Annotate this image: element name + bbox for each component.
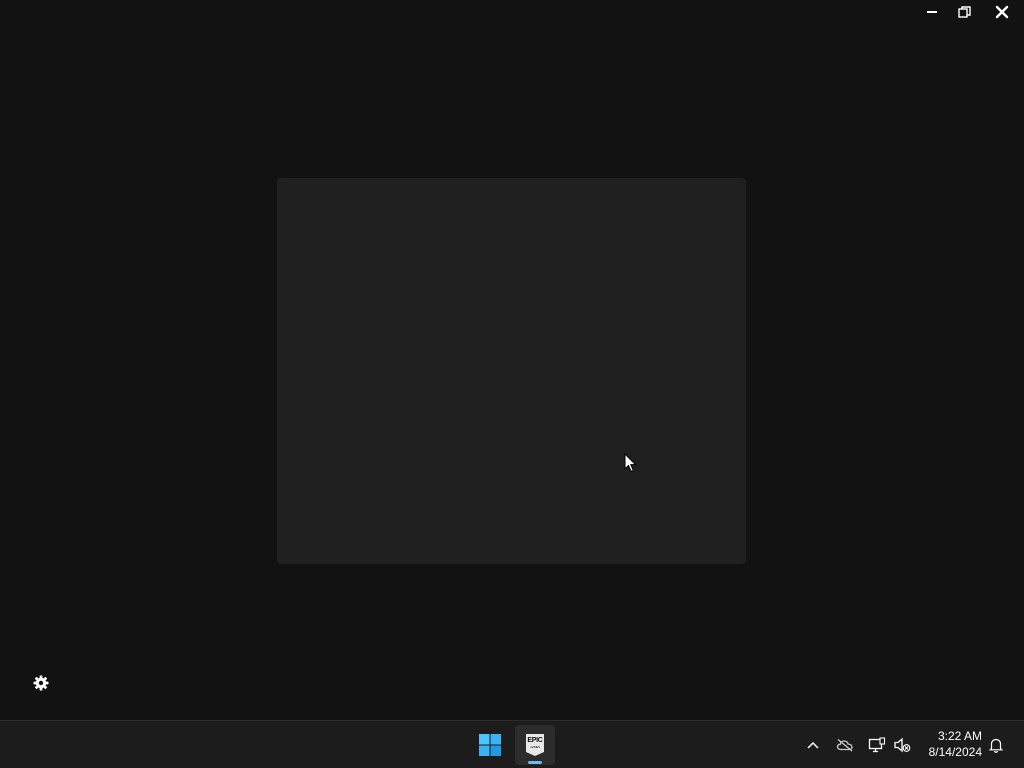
epic-logo-subtext: GAMES xyxy=(530,745,540,749)
gear-icon xyxy=(33,675,49,691)
tray-overflow-button[interactable] xyxy=(801,733,825,757)
clock-time: 3:22 AM xyxy=(937,729,982,743)
cloud-offline-icon xyxy=(836,738,853,752)
window-controls xyxy=(916,0,1024,24)
tray-network-button[interactable] xyxy=(865,733,889,757)
network-icon xyxy=(868,737,886,753)
epic-games-logo-icon: EPIC GAMES xyxy=(526,734,544,756)
minimize-button[interactable] xyxy=(916,0,948,24)
running-indicator xyxy=(528,761,542,764)
volume-muted-icon xyxy=(894,737,911,753)
taskbar-clock[interactable]: 3:22 AM 8/14/2024 xyxy=(918,728,982,760)
epic-games-launcher-window xyxy=(0,0,1024,720)
close-icon xyxy=(995,5,1009,19)
windows-logo-icon xyxy=(479,734,501,756)
restore-button[interactable] xyxy=(948,0,980,24)
start-button[interactable] xyxy=(470,725,510,765)
bell-icon xyxy=(988,738,1004,753)
tray-onedrive-button[interactable] xyxy=(833,733,857,757)
restore-icon xyxy=(957,5,971,18)
tray-volume-button[interactable] xyxy=(890,733,914,757)
taskbar-app-epic-games[interactable]: EPIC GAMES xyxy=(515,725,555,765)
taskbar: EPIC GAMES 3:22 AM 8/14/2024 xyxy=(0,720,1024,768)
clock-date: 8/14/2024 xyxy=(928,745,982,759)
notification-button[interactable] xyxy=(984,733,1008,757)
minimize-icon xyxy=(927,11,937,13)
close-button[interactable] xyxy=(980,0,1024,24)
settings-button[interactable] xyxy=(30,672,52,694)
epic-logo-text: EPIC xyxy=(527,737,543,744)
loading-panel xyxy=(277,178,746,564)
chevron-up-icon xyxy=(807,741,819,749)
